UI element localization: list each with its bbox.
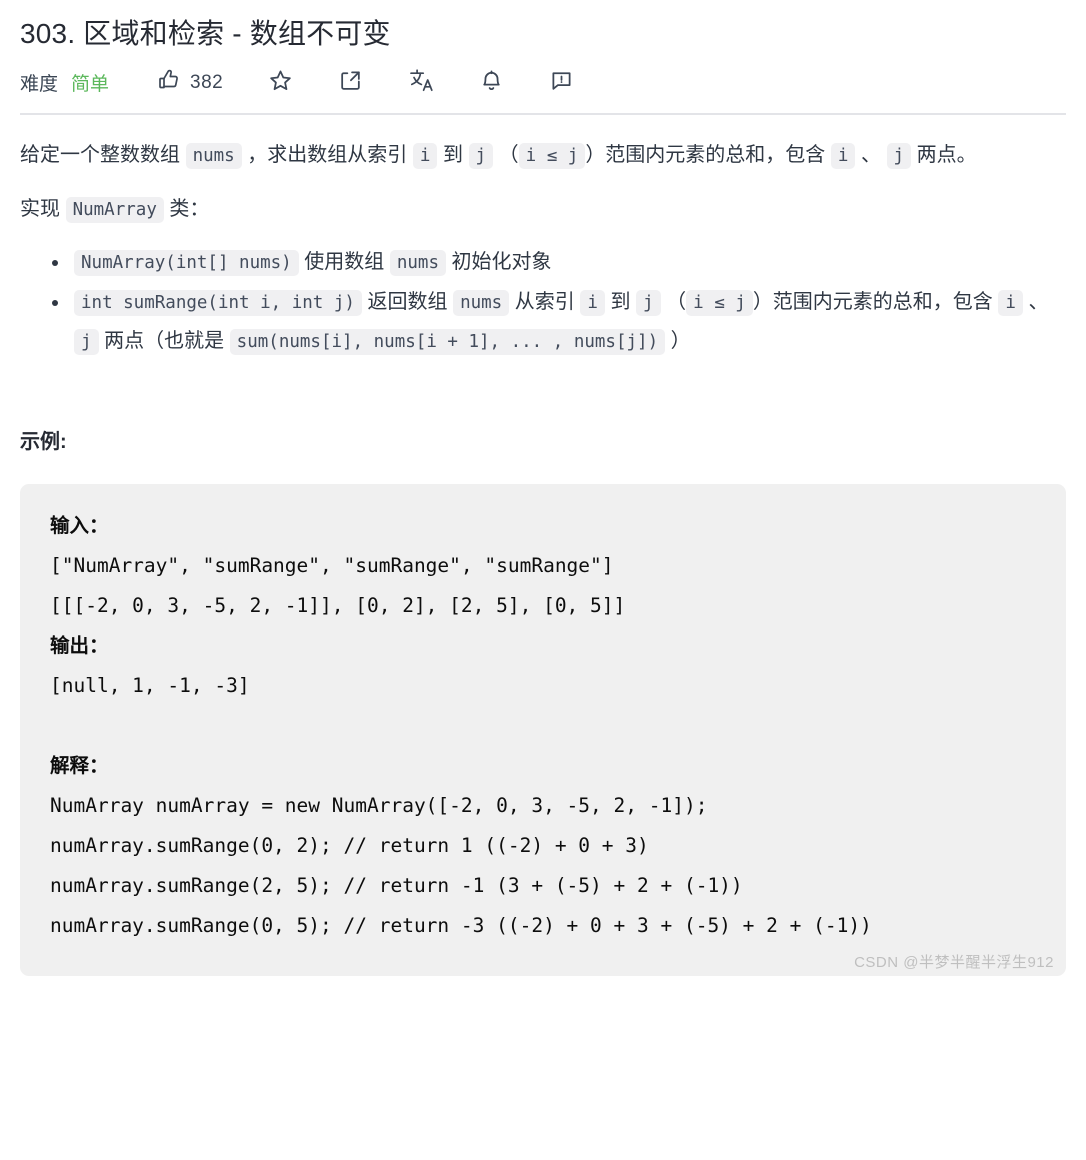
text-run: ）范围内元素的总和，包含	[752, 290, 999, 313]
text-run: ）范围内元素的总和，包含	[585, 143, 831, 166]
explanation-line-1: NumArray numArray = new NumArray([-2, 0,…	[50, 793, 708, 817]
explanation-line-3: numArray.sumRange(2, 5); // return -1 (3…	[50, 873, 743, 897]
text-run: 到	[604, 290, 637, 313]
text-run: 初始化对象	[446, 250, 552, 273]
inline-code-numarray: NumArray	[65, 196, 164, 223]
inline-code-j: j	[468, 142, 494, 169]
text-run: 类：	[163, 197, 210, 220]
inline-code-i: i	[580, 289, 605, 316]
input-line-1: ["NumArray", "sumRange", "sumRange", "su…	[50, 553, 614, 577]
example-code-content: 输入： ["NumArray", "sumRange", "sumRange",…	[50, 506, 1036, 946]
feedback-icon	[549, 68, 574, 98]
inline-code-nums: nums	[389, 249, 446, 276]
text-run: 两点（也就是	[98, 329, 230, 352]
text-run: （	[493, 143, 519, 166]
method-list: NumArray(int[] nums) 使用数组 nums 初始化对象 int…	[20, 243, 1066, 361]
translate-button[interactable]	[408, 67, 434, 98]
bell-icon	[479, 68, 504, 98]
input-line-2: [[[-2, 0, 3, -5, 2, -1]], [0, 2], [2, 5]…	[50, 593, 626, 617]
text-run: 、	[855, 143, 887, 166]
inline-code-constructor: NumArray(int[] nums)	[74, 249, 299, 276]
difficulty-label: 难度	[20, 74, 59, 96]
text-run: 从索引	[509, 290, 581, 313]
share-icon	[338, 68, 363, 98]
text-run: ，求出数组从索引	[241, 143, 413, 166]
text-run: 两点。	[911, 143, 977, 166]
inline-code-nums: nums	[453, 289, 510, 316]
inline-code-sum-expression: sum(nums[i], nums[i + 1], ... , nums[j])	[229, 328, 666, 355]
favorite-button[interactable]	[268, 68, 293, 98]
translate-icon	[408, 67, 434, 98]
watermark: CSDN @半梦半醒半浮生912	[854, 953, 1054, 971]
description-paragraph-1: 给定一个整数数组 nums ，求出数组从索引 i 到 j （i ≤ j ）范围内元…	[20, 115, 1066, 175]
inline-code-j: j	[886, 142, 912, 169]
inline-code-sumrange: int sumRange(int i, int j)	[74, 289, 362, 316]
explanation-label: 解释：	[50, 753, 109, 777]
notification-button[interactable]	[479, 68, 504, 98]
list-item: int sumRange(int i, int j) 返回数组 nums 从索引…	[52, 283, 1066, 361]
like-count: 382	[190, 71, 224, 93]
star-icon	[268, 68, 293, 98]
text-run: 给定一个整数数组	[20, 143, 186, 166]
inline-code-i: i	[998, 289, 1023, 316]
problem-page: 303. 区域和检索 - 数组不可变 难度 简单 382 给定一个整数数组 nu…	[0, 0, 1086, 976]
thumbs-up-icon	[157, 68, 181, 97]
share-button[interactable]	[338, 68, 363, 98]
text-run: 到	[437, 143, 469, 166]
text-run: 使用数组	[298, 250, 390, 273]
like-button[interactable]: 382	[157, 68, 223, 97]
output-line: [null, 1, -1, -3]	[50, 673, 250, 697]
inline-code-nums: nums	[185, 142, 242, 169]
inline-code-i-le-j: i ≤ j	[518, 142, 586, 169]
input-label: 输入：	[50, 513, 109, 537]
feedback-button[interactable]	[549, 68, 574, 98]
text-run: ）	[665, 329, 691, 352]
text-run: 、	[1022, 290, 1049, 313]
difficulty-value[interactable]: 简单	[71, 69, 109, 96]
inline-code-i: i	[830, 142, 856, 169]
description-paragraph-2: 实现 NumArray 类：	[20, 175, 1066, 229]
list-item: NumArray(int[] nums) 使用数组 nums 初始化对象	[52, 243, 1066, 282]
text-run: （	[660, 290, 687, 313]
text-run: 返回数组	[361, 290, 454, 313]
problem-meta-bar: 难度 简单 382	[20, 57, 1066, 109]
inline-code-j: j	[636, 289, 661, 316]
explanation-line-4: numArray.sumRange(0, 5); // return -3 ((…	[50, 913, 872, 937]
inline-code-i: i	[412, 142, 438, 169]
example-heading: 示例:	[20, 430, 67, 453]
example-code-block: 输入： ["NumArray", "sumRange", "sumRange",…	[20, 483, 1066, 976]
text-run: 实现	[20, 197, 66, 220]
output-label: 输出：	[50, 633, 109, 657]
page-title: 303. 区域和检索 - 数组不可变	[20, 18, 391, 49]
inline-code-i-le-j: i ≤ j	[686, 289, 753, 316]
inline-code-j: j	[74, 328, 99, 355]
explanation-line-2: numArray.sumRange(0, 2); // return 1 ((-…	[50, 833, 649, 857]
